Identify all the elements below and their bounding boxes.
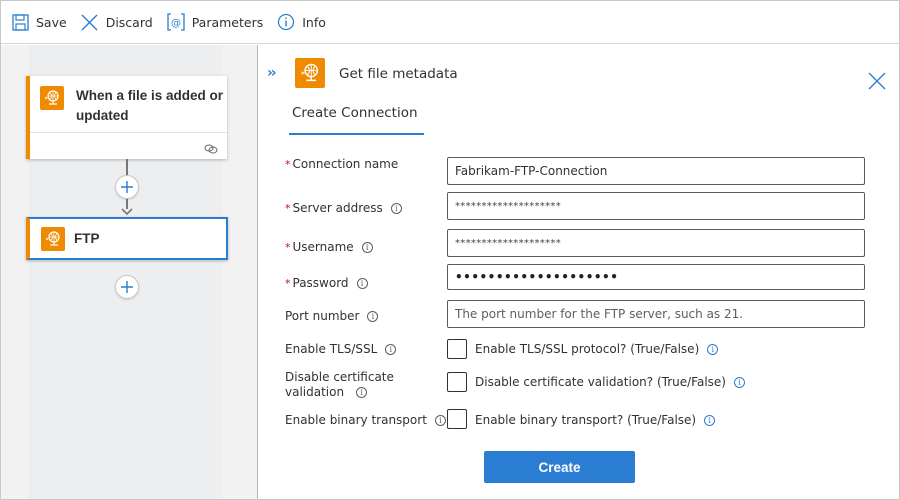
discard-label: Discard xyxy=(105,14,153,30)
enable-tls-checkbox[interactable] xyxy=(447,339,467,359)
info-icon[interactable]: i xyxy=(367,311,379,322)
server-address-label: * Server address i xyxy=(285,201,402,216)
binary-transport-checkbox-text: Enable binary transport? (True/False) i xyxy=(475,413,716,427)
disable-cert-label-line1: Disable certificate xyxy=(285,370,394,384)
username-input[interactable]: ******************** xyxy=(447,229,865,257)
connection-name-label-text: Connection name xyxy=(292,157,399,171)
enable-tls-label: Enable TLS/SSL i xyxy=(285,342,397,357)
info-icon[interactable]: i xyxy=(356,387,368,398)
disable-cert-label: Disable certificate validation i xyxy=(285,370,394,400)
trigger-title: When a file is added or updated xyxy=(76,86,227,126)
plus-icon xyxy=(121,281,133,293)
ftp-globe-icon xyxy=(40,86,64,110)
save-label: Save xyxy=(36,14,67,30)
info-button[interactable]: Info xyxy=(277,7,326,37)
connection-link-icon[interactable] xyxy=(204,141,218,155)
ftp-action-card[interactable]: FTP xyxy=(26,217,228,260)
add-step-button[interactable] xyxy=(115,175,139,199)
parameters-button[interactable]: @ Parameters xyxy=(167,7,264,37)
designer-toolbar: Save Discard @ Parameters Info xyxy=(1,1,899,44)
password-label-text: Password xyxy=(292,276,349,290)
required-marker: * xyxy=(285,202,291,215)
binary-transport-label: Enable binary transport i xyxy=(285,413,446,428)
svg-text:@: @ xyxy=(171,18,181,29)
required-marker: * xyxy=(285,241,291,254)
binary-transport-label-text: Enable binary transport xyxy=(285,413,427,427)
disable-cert-checkbox[interactable] xyxy=(447,372,467,392)
info-icon[interactable]: i xyxy=(356,278,368,289)
action-details-panel: ›› Get file metadata Create Connection *… xyxy=(259,45,899,499)
username-label: * Username i xyxy=(285,240,373,255)
port-number-label-text: Port number xyxy=(285,309,360,323)
ftp-globe-icon xyxy=(41,227,65,251)
required-marker: * xyxy=(285,158,291,171)
password-label: * Password i xyxy=(285,276,368,291)
disable-cert-checkbox-label: Disable certificate validation? (True/Fa… xyxy=(475,375,726,389)
info-icon[interactable]: i xyxy=(390,203,402,214)
enable-tls-label-text: Enable TLS/SSL xyxy=(285,342,378,356)
required-marker: * xyxy=(285,277,291,290)
trigger-card-header: When a file is added or updated xyxy=(30,76,227,133)
server-address-label-text: Server address xyxy=(292,201,383,215)
server-address-input[interactable]: ******************** xyxy=(447,192,865,220)
binary-transport-checkbox-label: Enable binary transport? (True/False) xyxy=(475,413,697,427)
username-label-text: Username xyxy=(292,240,354,254)
info-icon[interactable]: i xyxy=(733,377,745,388)
connector-arrow-icon xyxy=(121,208,133,216)
trigger-card[interactable]: When a file is added or updated xyxy=(26,76,227,159)
close-icon xyxy=(868,72,886,90)
tab-create-connection[interactable]: Create Connection xyxy=(289,105,424,135)
info-icon[interactable]: i xyxy=(434,415,446,426)
trigger-title-text: When a file is added or updated xyxy=(76,88,224,123)
info-icon[interactable]: i xyxy=(707,344,719,355)
panel-title: Get file metadata xyxy=(339,66,458,82)
action-title: FTP xyxy=(74,231,100,246)
enable-tls-checkbox-text: Enable TLS/SSL protocol? (True/False) i xyxy=(475,342,719,356)
enable-tls-checkbox-label: Enable TLS/SSL protocol? (True/False) xyxy=(475,342,700,356)
ftp-globe-icon xyxy=(295,58,325,88)
connection-name-input[interactable]: Fabrikam-FTP-Connection xyxy=(447,157,865,185)
info-label: Info xyxy=(302,14,326,30)
info-icon[interactable]: i xyxy=(385,344,397,355)
disable-cert-label-line2: validation xyxy=(285,385,345,399)
add-next-step-button[interactable] xyxy=(115,275,139,299)
info-icon[interactable]: i xyxy=(361,242,373,253)
save-button[interactable]: Save xyxy=(11,7,67,37)
info-icon[interactable]: i xyxy=(704,415,716,426)
disable-cert-checkbox-text: Disable certificate validation? (True/Fa… xyxy=(475,375,745,389)
binary-transport-checkbox[interactable] xyxy=(447,409,467,429)
port-number-label: Port number i xyxy=(285,309,379,324)
port-number-input[interactable]: The port number for the FTP server, such… xyxy=(447,300,865,328)
parameters-label: Parameters xyxy=(191,14,264,30)
discard-x-icon xyxy=(81,13,99,31)
designer-canvas: When a file is added or updated FTP xyxy=(1,45,258,499)
password-input[interactable]: •••••••••••••••••••• xyxy=(447,264,865,290)
discard-button[interactable]: Discard xyxy=(81,7,153,37)
collapse-panel-chevrons-icon[interactable]: ›› xyxy=(267,65,276,81)
plus-icon xyxy=(121,181,133,193)
create-button[interactable]: Create xyxy=(484,451,635,483)
close-panel-button[interactable] xyxy=(868,72,886,90)
save-icon xyxy=(11,13,29,31)
info-icon xyxy=(277,13,295,31)
connection-name-label: * Connection name xyxy=(285,157,398,172)
parameters-icon: @ xyxy=(167,13,185,31)
